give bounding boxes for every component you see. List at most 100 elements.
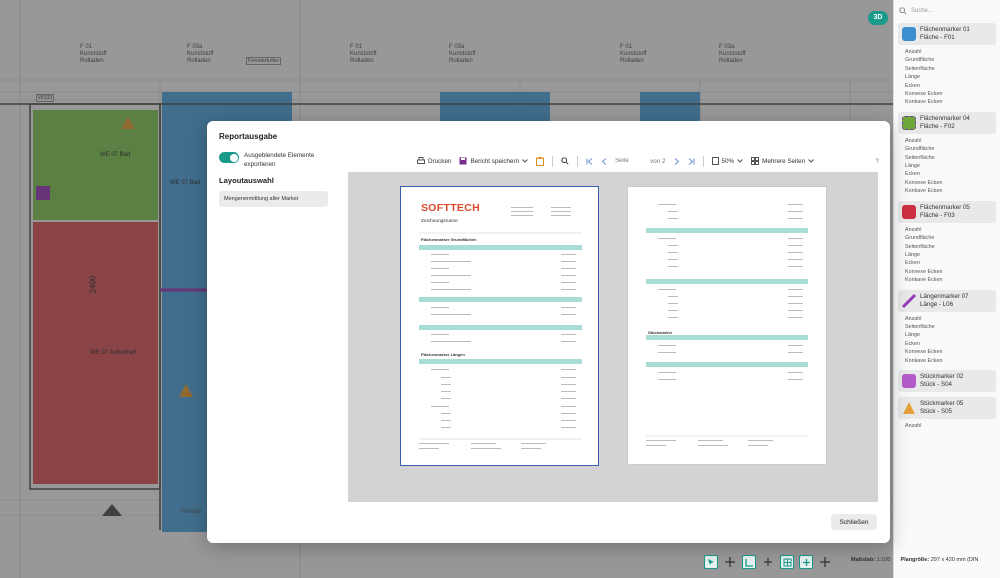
- search-report-button[interactable]: [561, 157, 569, 165]
- chevron-down-icon: [808, 159, 815, 163]
- toolbar-divider: [577, 155, 579, 167]
- scale-label: Maßstab:: [851, 557, 876, 563]
- marker-properties: Anzahl Grundfläche Seitenfläche Länge Ecken K…: [905, 226, 943, 284]
- crosshair-icon: [764, 558, 772, 566]
- grid-icon: [783, 558, 791, 566]
- page-count: von 2: [650, 157, 666, 165]
- search-input[interactable]: Suche...: [911, 8, 933, 14]
- report-page-content: [419, 207, 582, 449]
- marker-code: Fläche - F03: [920, 211, 955, 219]
- report-page-2[interactable]: Stückmarker: [628, 187, 826, 464]
- area-marker-swatch: [902, 115, 916, 130]
- marker-code: Fläche - F01: [920, 34, 955, 41]
- marker-name: Längenmarker 07: [920, 292, 969, 300]
- marker-sidebar: Suche... Flächenmarker 01 Fläche - F01 An…: [893, 0, 1000, 578]
- marker-properties: Anzahl Seitenfläche Länge Ecken Konvexe Ecke…: [905, 315, 943, 364]
- marker-name: Stückmarker 05: [920, 399, 964, 407]
- view-mode-select[interactable]: Mehrere Seiten: [751, 157, 815, 165]
- document-icon: [711, 157, 719, 165]
- chevron-down-icon: [522, 159, 528, 163]
- zoom-value: 50%: [721, 157, 735, 165]
- printer-icon: [417, 157, 425, 164]
- area-marker-swatch: [902, 204, 916, 219]
- marker-properties: Anzahl: [905, 422, 922, 429]
- layout-heading: Layoutauswahl: [219, 176, 274, 185]
- previous-page-button[interactable]: [601, 157, 607, 165]
- layout-option-all-markers[interactable]: Mengenermittlung aller Marker: [219, 191, 328, 207]
- report-dialog: Reportausgabe Ausgeblendete Elemente exp…: [207, 121, 890, 543]
- marker-card-f03[interactable]: Flächenmarker 05 Fläche - F03: [898, 200, 996, 223]
- last-page-button[interactable]: [688, 157, 695, 165]
- move-icon: [725, 557, 735, 567]
- plan-size-label: Plangröße:: [900, 557, 930, 563]
- marker-card-f01[interactable]: Flächenmarker 01 Fläche - F01: [898, 23, 996, 45]
- clipboard-icon: [536, 156, 545, 166]
- save-report-label: Bericht speichern: [470, 157, 520, 165]
- report-page-1[interactable]: SOFTTECH Zeichnungsname Flächenmarker Gr…: [400, 186, 599, 466]
- marker-name: Stückmarker 02: [920, 372, 964, 380]
- length-marker-icon: [902, 293, 916, 308]
- marker-name: Flächenmarker 01: [920, 26, 970, 33]
- pan-tool-button[interactable]: [818, 555, 832, 569]
- area-marker-swatch: [902, 27, 916, 41]
- marker-search[interactable]: Suche...: [899, 4, 995, 18]
- snap-icon: [802, 558, 810, 566]
- cursor-icon: [708, 559, 714, 565]
- save-icon: [459, 157, 467, 165]
- next-page-button[interactable]: [674, 157, 680, 165]
- last-page-icon: [688, 157, 695, 165]
- close-button[interactable]: Schließen: [831, 514, 877, 530]
- piece-marker-swatch: [902, 373, 916, 388]
- marker-code: Fläche - F02: [920, 122, 955, 130]
- snap-tool-button[interactable]: [799, 555, 813, 569]
- zoom-select[interactable]: 50%: [711, 157, 744, 165]
- marker-card-f02[interactable]: Flächenmarker 04 Fläche - F02: [898, 111, 996, 134]
- grid-tool-button[interactable]: [780, 555, 794, 569]
- pan-icon: [820, 557, 830, 567]
- triangle-marker-icon: [903, 401, 915, 414]
- first-page-icon: [586, 157, 593, 165]
- report-viewer-toolbar: Drucken Bericht speichern von 2 50%: [417, 154, 879, 168]
- marker-properties: Anzahl Grundfläche Seitenfläche Länge Ecken K…: [905, 49, 943, 106]
- export-hidden-option: Ausgeblendete Elemente exportieren: [219, 152, 316, 169]
- chevron-down-icon: [737, 159, 743, 163]
- search-icon: [899, 7, 907, 15]
- page-number-input[interactable]: [615, 156, 648, 166]
- dialog-title: Reportausgabe: [219, 132, 278, 141]
- export-button[interactable]: [536, 156, 545, 166]
- marker-code: Stück - S04: [920, 380, 952, 388]
- plan-size-value: 297 x 420 mm (DIN: [930, 557, 979, 563]
- view-mode-label: Mehrere Seiten: [762, 157, 806, 165]
- angle-icon: [744, 558, 753, 567]
- marker-name: Flächenmarker 04: [920, 114, 970, 122]
- search-icon: [561, 157, 569, 165]
- help-button[interactable]: ?: [875, 158, 879, 165]
- marker-properties: Anzahl Grundfläche Seitenfläche Länge Ecken K…: [905, 137, 943, 195]
- marker-code: Stück - S05: [920, 407, 952, 415]
- marker-card-s05[interactable]: Stückmarker 05 Stück - S05: [898, 396, 996, 419]
- export-hidden-toggle[interactable]: [219, 152, 239, 163]
- measure-tool-button[interactable]: [742, 555, 756, 569]
- report-page-content: [646, 204, 808, 446]
- toolbar-divider: [702, 155, 704, 167]
- report-preview[interactable]: SOFTTECH Zeichnungsname Flächenmarker Gr…: [348, 172, 878, 502]
- multi-page-icon: [751, 157, 760, 165]
- plan-tools-toolbar: [704, 553, 832, 571]
- export-hidden-label: Ausgeblendete Elemente exportieren: [244, 152, 315, 168]
- plan-info-bar: Maßstab: 1:100 Plangröße: 297 x 420 mm (…: [851, 557, 978, 563]
- crosshair-tool-button[interactable]: [761, 555, 775, 569]
- view-3d-button[interactable]: 3D: [868, 11, 888, 25]
- marker-card-l06[interactable]: Längenmarker 07 Länge - L06: [898, 289, 996, 312]
- next-page-icon: [674, 157, 679, 165]
- print-label: Drucken: [428, 157, 452, 165]
- select-tool-button[interactable]: [704, 555, 718, 569]
- save-report-button[interactable]: Bericht speichern: [459, 157, 528, 165]
- scale-value: 1:100: [876, 557, 891, 563]
- toolbar-divider: [552, 155, 554, 167]
- print-button[interactable]: Drucken: [417, 157, 451, 165]
- marker-name: Flächenmarker 05: [920, 203, 970, 211]
- page-navigator: von 2: [615, 156, 666, 166]
- first-page-button[interactable]: [586, 157, 593, 165]
- move-tool-button[interactable]: [723, 555, 737, 569]
- marker-card-s04[interactable]: Stückmarker 02 Stück - S04: [898, 369, 996, 392]
